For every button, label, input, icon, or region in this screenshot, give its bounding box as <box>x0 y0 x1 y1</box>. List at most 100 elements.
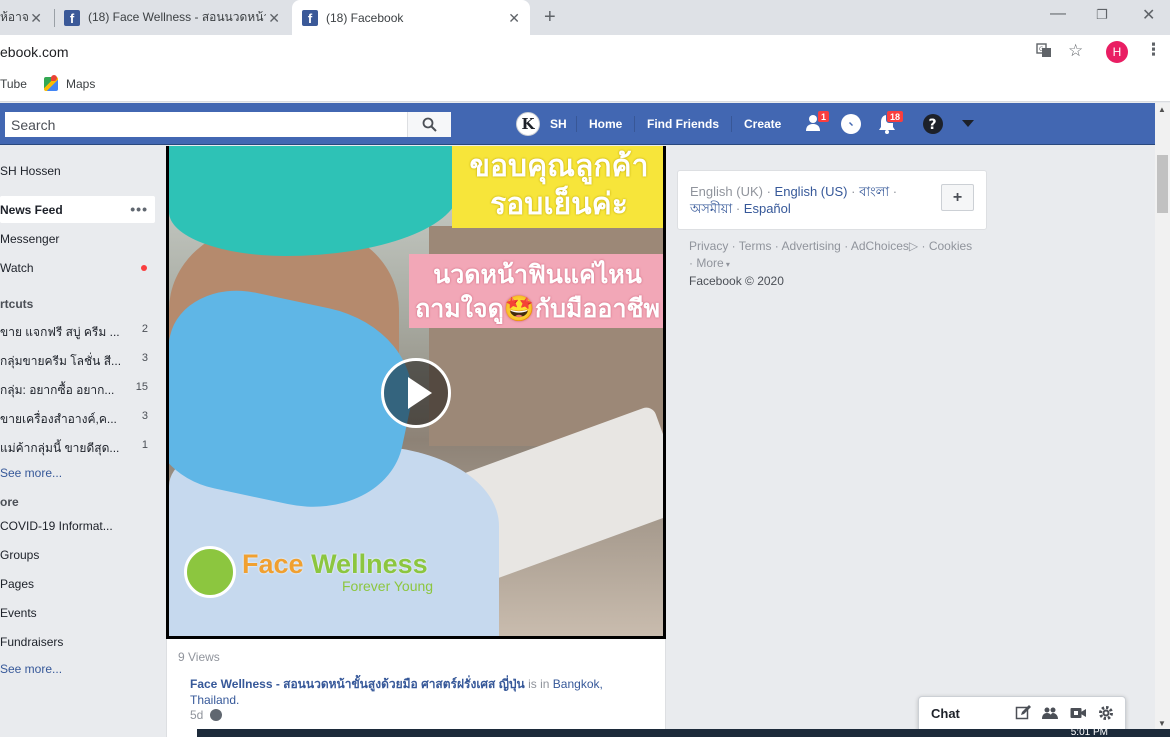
sidebar-shortcut[interactable]: กลุ่ม: อยากซื้อ อยาก... 15 <box>0 381 148 400</box>
caret-down-icon: ▾ <box>723 260 730 269</box>
post-time-text: 5d <box>190 708 204 722</box>
close-icon[interactable]: ✕ <box>268 10 280 27</box>
video-caption-pink: นวดหน้าฟินแค่ไหน ถามใจดู🤩กับมืออาชีพ <box>409 254 663 328</box>
minimize-icon[interactable]: — <box>1050 5 1066 23</box>
os-taskbar: 5:01 PM <box>197 727 1170 737</box>
language-link[interactable]: অসমীয়া <box>690 201 732 216</box>
notifications-button[interactable]: 18 <box>876 110 905 135</box>
video-caption-yellow: ขอบคุณลูกค้า รอบเย็นค่ะ <box>452 146 663 228</box>
messenger-icon <box>841 114 861 134</box>
sidebar-item-pages[interactable]: Pages <box>0 577 34 591</box>
sidebar-item-news-feed[interactable]: News Feed ••• <box>0 196 155 223</box>
notification-badge: 18 <box>886 110 905 123</box>
sidebar-item-covid[interactable]: COVID-19 Informat... <box>0 519 113 533</box>
sidebar-shortcut[interactable]: แม่ค้ากลุ่มนี้ ขายดีสุด... 1 <box>0 439 148 458</box>
profile-name: SH <box>550 117 567 131</box>
translate-icon[interactable]: G <box>1036 42 1052 62</box>
play-icon[interactable] <box>381 358 451 428</box>
sidebar-shortcut[interactable]: ขายเครื่องสำอางค์,ค... 3 <box>0 410 148 429</box>
language-link[interactable]: English (US) <box>775 184 848 199</box>
address-bar: ebook.com G ☆ H ⋮ <box>0 35 1170 69</box>
gear-icon[interactable] <box>1098 705 1114 721</box>
avatar[interactable]: H <box>1106 41 1128 63</box>
friend-requests-button[interactable]: 1 <box>805 110 831 135</box>
add-language-button[interactable]: + <box>941 184 974 211</box>
find-friends-link[interactable]: Find Friends <box>647 103 719 145</box>
footer-link[interactable]: Terms <box>739 239 772 253</box>
compose-icon[interactable] <box>1015 705 1031 721</box>
profile-link[interactable]: K SH <box>516 103 567 145</box>
svg-text:G: G <box>1039 46 1044 53</box>
search-input[interactable] <box>5 112 407 137</box>
globe-icon <box>210 709 223 721</box>
create-link[interactable]: Create <box>744 103 781 145</box>
chat-bar[interactable]: Chat <box>918 696 1126 730</box>
group-chat-icon[interactable] <box>1042 705 1058 721</box>
nav-divider <box>576 116 577 132</box>
search-button[interactable] <box>407 112 451 137</box>
messenger-button[interactable] <box>840 113 864 135</box>
shortcuts-heading: rtcuts <box>0 297 34 311</box>
close-icon[interactable]: ✕ <box>30 10 42 27</box>
scrollbar-thumb[interactable] <box>1157 155 1168 213</box>
face-wellness-logo: Face Wellness Forever Young <box>184 546 433 598</box>
footer-link[interactable]: More <box>696 256 723 270</box>
tab-title: (18) Facebook <box>326 10 404 25</box>
sidebar-item-groups[interactable]: Groups <box>0 548 39 562</box>
logo-text: Wellness <box>311 549 428 579</box>
sidebar-item-label: กลุ่ม: อยากซื้อ อยาก... <box>0 383 115 397</box>
sidebar-shortcut[interactable]: กลุ่มขายครีม โลชั่น สี... 3 <box>0 352 148 371</box>
facebook-favicon-icon: f <box>64 9 80 26</box>
browser-tab-active[interactable]: f (18) Facebook ✕ <box>292 0 530 35</box>
help-button[interactable]: ? <box>922 113 946 135</box>
search-box <box>5 112 451 137</box>
home-link[interactable]: Home <box>589 103 622 145</box>
account-menu-button[interactable] <box>961 118 985 140</box>
bookmark-maps[interactable]: Maps <box>44 75 95 91</box>
unread-indicator <box>141 265 147 271</box>
browser-tab[interactable]: f (18) Face Wellness - สอนนวดหน้าชั ✕ <box>56 0 290 35</box>
language-link[interactable]: বাংলা <box>859 184 889 199</box>
footer-link[interactable]: Advertising <box>781 239 840 253</box>
video-player[interactable]: ขอบคุณลูกค้า รอบเย็นค่ะ นวดหน้าฟินแค่ไหน… <box>166 146 666 639</box>
video-call-icon[interactable] <box>1070 705 1086 721</box>
notification-badge: 1 <box>817 110 831 123</box>
post-timestamp[interactable]: 5d <box>190 708 223 722</box>
more-options-icon[interactable]: ••• <box>130 201 148 217</box>
bookmark-star-icon[interactable]: ☆ <box>1068 41 1083 61</box>
is-in-text: is in <box>528 677 550 691</box>
browser-menu-icon[interactable]: ⋮ <box>1145 40 1162 60</box>
see-more-explore-link[interactable]: See more... <box>0 662 62 676</box>
search-icon <box>422 117 437 132</box>
scroll-down-icon[interactable]: ▼ <box>1158 719 1166 728</box>
language-link[interactable]: Español <box>744 201 791 216</box>
sidebar-item-messenger[interactable]: Messenger <box>0 232 59 246</box>
url-field[interactable]: ebook.com <box>0 44 68 60</box>
footer-link[interactable]: AdChoices <box>851 239 909 253</box>
close-icon[interactable]: ✕ <box>508 10 520 27</box>
new-tab-icon[interactable]: + <box>544 6 556 29</box>
count-badge: 1 <box>141 439 148 451</box>
bookmark-youtube[interactable]: Tube <box>0 77 27 91</box>
sidebar-shortcut[interactable]: ขาย แจกฟรี สบู่ ครีม ... 2 <box>0 323 148 342</box>
count-badge: 3 <box>141 352 148 364</box>
sidebar-item-events[interactable]: Events <box>0 606 37 620</box>
nav-divider <box>634 116 635 132</box>
footer-link[interactable]: Privacy <box>689 239 728 253</box>
bookmark-label: Tube <box>0 77 27 91</box>
caret-down-icon <box>962 120 974 127</box>
window-close-icon[interactable]: ✕ <box>1142 5 1155 25</box>
page-name-link[interactable]: Face Wellness - สอนนวดหน้าขั้นสูงด้วยมือ… <box>190 677 525 691</box>
see-more-shortcuts-link[interactable]: See more... <box>0 466 62 480</box>
sidebar-item-fundraisers[interactable]: Fundraisers <box>0 635 63 649</box>
scroll-up-icon[interactable]: ▲ <box>1158 105 1166 114</box>
footer-link[interactable]: Cookies <box>929 239 972 253</box>
sidebar-item-profile[interactable]: SH Hossen <box>0 164 61 178</box>
sidebar-item-label: ขายเครื่องสำอางค์,ค... <box>0 412 117 426</box>
page-scrollbar[interactable]: ▲ ▼ <box>1155 103 1170 730</box>
browser-tab[interactable]: ห้อาจ ✕ <box>0 0 50 35</box>
restore-icon[interactable]: ❐ <box>1096 7 1108 23</box>
maps-icon <box>44 75 58 91</box>
post-author-line: Face Wellness - สอนนวดหน้าขั้นสูงด้วยมือ… <box>190 676 630 708</box>
sidebar-item-watch[interactable]: Watch <box>0 261 155 275</box>
